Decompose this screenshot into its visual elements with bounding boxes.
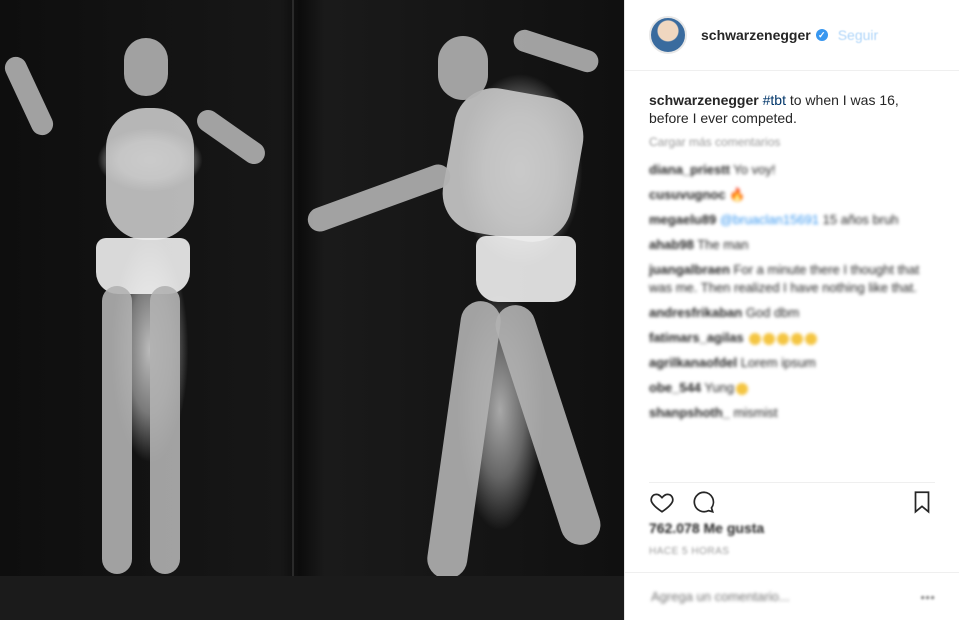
bookmark-icon[interactable] [909,489,935,515]
post-timestamp: HACE 5 HORAS [649,546,730,557]
list-item: andresfrikaban God dbm [649,304,935,322]
verified-icon: ✓ [815,29,828,41]
comment-text: God dbm [742,305,800,320]
left-figure-leg-right [150,286,180,574]
list-item: megaelu89 @bruaclan15691 15 años bruh [649,211,935,229]
avatar[interactable] [649,16,687,54]
post-sidebar: schwarzenegger ✓ Seguir schwarzenegger #… [624,0,959,620]
comment-username[interactable]: andresfrikaban [649,305,742,320]
follow-button[interactable]: Seguir [838,27,878,43]
right-figure-arm-up [510,26,602,76]
comment-text: mismist [729,405,778,420]
left-figure-head [124,38,168,96]
caption-hashtag[interactable]: #tbt [763,92,786,108]
right-figure-leg-right [490,299,606,551]
comment-username[interactable]: obe_544 [649,380,701,395]
comment-username[interactable]: ahab98 [649,237,694,252]
comment-username[interactable]: shanpshoth_ [649,405,730,420]
comment-text: Yo voy! [729,162,776,177]
list-item: diana_priestt Yo voy! [649,161,935,179]
comment-mention[interactable]: @bruaclan15691 [716,212,819,227]
list-item: agrilkanaofdel Lorem ipsum [649,354,935,372]
header-username[interactable]: schwarzenegger [701,27,811,43]
comment-icon[interactable] [691,489,717,515]
comment-username[interactable]: juangalbraen [649,262,730,277]
right-figure-arm-out [304,161,454,235]
comment-username[interactable]: agrilkanaofdel [649,355,737,370]
load-more-comments-link[interactable]: Cargar más comentarios [649,135,935,149]
comment-list: diana_priestt Yo voy! cusuvugnoc 🔥 megae… [649,161,935,422]
add-comment-bar: ••• [625,572,959,620]
emoji-icon [763,332,776,345]
post-body: schwarzenegger #tbt to when I was 16, be… [625,71,959,422]
right-figure-shorts [476,236,576,302]
left-figure-arm-right [192,105,270,169]
emoji-icon [736,382,749,395]
stage-floor [0,576,624,620]
comment-text: 🔥 [725,187,746,202]
comment-text: Lorem ipsum [737,355,816,370]
comment-username[interactable]: megaelu89 [649,212,716,227]
post-actions [649,482,935,519]
list-item: shanpshoth_ mismist [649,404,935,422]
emoji-icon [777,332,790,345]
more-icon[interactable]: ••• [920,589,935,605]
comment-input[interactable] [649,588,921,605]
emoji-icon [791,332,804,345]
post-caption: schwarzenegger #tbt to when I was 16, be… [649,91,935,127]
list-item: cusuvugnoc 🔥 [649,186,935,204]
list-item: ahab98 The man [649,236,935,254]
heart-icon[interactable] [649,489,675,515]
list-item: fatimars_agilas [649,329,935,347]
post-photo[interactable] [0,0,624,620]
right-figure-leg-left [424,298,504,582]
emoji-icon [749,332,762,345]
comment-username[interactable]: cusuvugnoc [649,187,726,202]
comment-username[interactable]: diana_priestt [649,162,730,177]
left-figure-leg-left [102,286,132,574]
left-figure-shorts [96,238,190,294]
comment-text: 15 años bruh [819,212,899,227]
caption-username[interactable]: schwarzenegger [649,92,759,108]
comment-text: The man [693,237,749,252]
left-figure-arm-left [1,53,57,139]
list-item: obe_544 Yung [649,379,935,397]
comment-username[interactable]: fatimars_agilas [649,330,744,345]
comment-text: Yung [701,380,735,395]
list-item: juangalbraen For a minute there I though… [649,261,935,297]
right-figure-head [438,36,488,100]
comment-text [744,330,748,345]
instagram-post-modal: schwarzenegger ✓ Seguir schwarzenegger #… [0,0,959,620]
likes-count[interactable]: 762.078 Me gusta [649,520,764,536]
post-header: schwarzenegger ✓ Seguir [625,0,959,71]
photo-divider [292,0,294,620]
emoji-icon [805,332,818,345]
left-figure-torso [106,108,194,240]
right-figure-torso [436,81,590,249]
